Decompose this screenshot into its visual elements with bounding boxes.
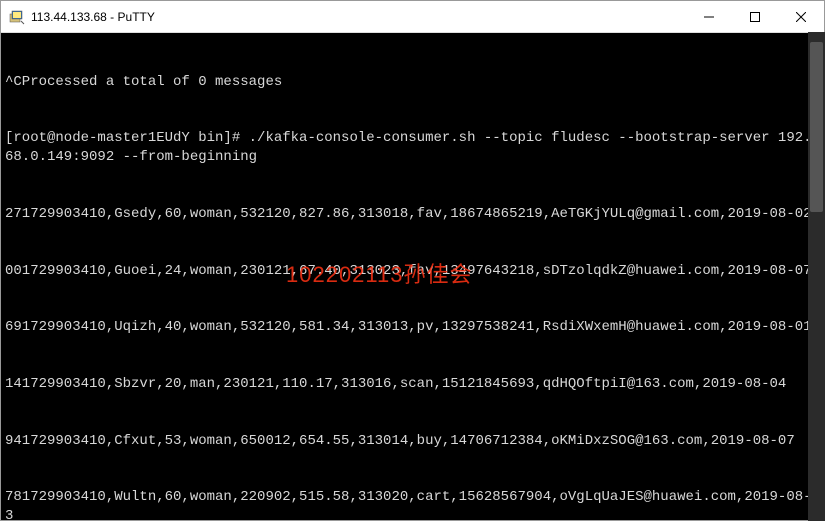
terminal-line: 691729903410,Uqizh,40,woman,532120,581.3…	[5, 318, 820, 337]
scrollbar-track[interactable]	[808, 32, 825, 521]
window-title: 113.44.133.68 - PuTTY	[31, 10, 686, 24]
terminal-line: 001729903410,Guoei,24,woman,230121,67.40…	[5, 262, 820, 281]
terminal-line: 941729903410,Cfxut,53,woman,650012,654.5…	[5, 432, 820, 451]
minimize-button[interactable]	[686, 1, 732, 33]
app-window: 113.44.133.68 - PuTTY ^CProcessed a tota…	[0, 0, 825, 521]
putty-icon	[9, 9, 25, 25]
titlebar[interactable]: 113.44.133.68 - PuTTY	[1, 1, 824, 33]
terminal-line: 781729903410,Wultn,60,woman,220902,515.5…	[5, 488, 820, 520]
terminal-line: 271729903410,Gsedy,60,woman,532120,827.8…	[5, 205, 820, 224]
terminal-line: 141729903410,Sbzvr,20,man,230121,110.17,…	[5, 375, 820, 394]
close-button[interactable]	[778, 1, 824, 33]
scrollbar-thumb[interactable]	[810, 42, 823, 212]
window-controls	[686, 1, 824, 32]
terminal-line: ^CProcessed a total of 0 messages	[5, 73, 820, 92]
terminal-line: [root@node-master1EUdY bin]# ./kafka-con…	[5, 129, 820, 167]
maximize-button[interactable]	[732, 1, 778, 33]
terminal-area[interactable]: ^CProcessed a total of 0 messages [root@…	[1, 33, 824, 520]
